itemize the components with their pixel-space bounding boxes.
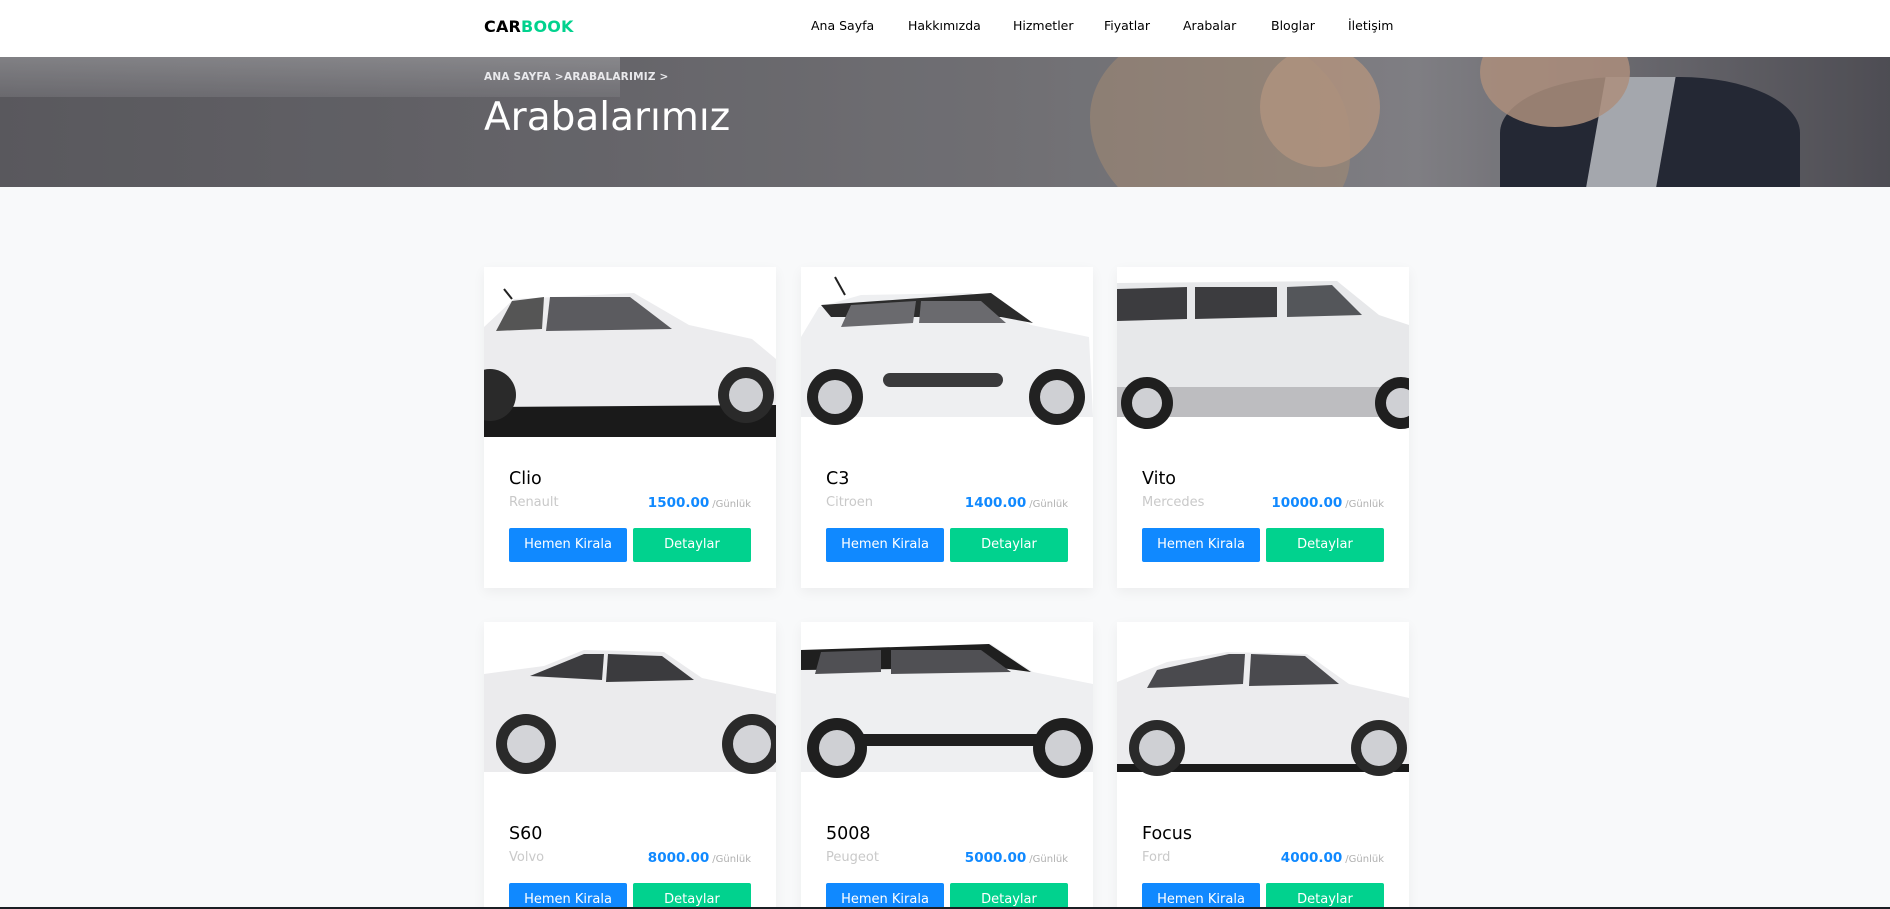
car-illustration xyxy=(801,644,1093,778)
car-card-5008: 5008 Peugeot 5000.00/Günlük Hemen Kirala… xyxy=(801,622,1093,909)
nav-item-about[interactable]: Hakkımızda xyxy=(908,18,981,34)
brand-logo[interactable]: CARBOOK xyxy=(484,17,574,37)
car-image-s60[interactable] xyxy=(484,622,776,792)
car-price: 5000.00/Günlük xyxy=(964,850,1068,866)
rent-now-button[interactable]: Hemen Kirala xyxy=(509,883,627,909)
rent-now-button[interactable]: Hemen Kirala xyxy=(509,528,627,562)
car-card-focus: Focus Ford 4000.00/Günlük Hemen Kirala D… xyxy=(1117,622,1409,909)
car-name: Vito xyxy=(1142,469,1177,489)
navbar: CARBOOK Ana Sayfa Hakkımızda Hizmetler F… xyxy=(0,0,1890,57)
details-button[interactable]: Detaylar xyxy=(1266,883,1384,909)
car-brand: Mercedes xyxy=(1142,495,1205,510)
page-title: Arabalarımız xyxy=(484,95,731,140)
car-card-clio: Clio Renault 1500.00/Günlük Hemen Kirala… xyxy=(484,267,776,588)
details-button[interactable]: Detaylar xyxy=(950,883,1068,909)
details-button[interactable]: Detaylar xyxy=(950,528,1068,562)
nav-item-cars[interactable]: Arabalar xyxy=(1183,18,1236,34)
car-image-vito[interactable] xyxy=(1117,267,1409,437)
car-illustration xyxy=(484,650,776,774)
car-illustration xyxy=(1117,281,1409,429)
car-card-vito: Vito Mercedes 10000.00/Günlük Hemen Kira… xyxy=(1117,267,1409,588)
brand-logo-car: CAR xyxy=(484,17,522,36)
car-brand: Ford xyxy=(1142,850,1171,865)
rent-now-button[interactable]: Hemen Kirala xyxy=(1142,528,1260,562)
car-price: 4000.00/Günlük xyxy=(1280,850,1384,866)
nav-item-blogs[interactable]: Bloglar xyxy=(1271,18,1315,34)
breadcrumb-home[interactable]: ANA SAYFA > xyxy=(484,71,564,83)
car-name: Focus xyxy=(1142,824,1192,844)
car-name: Clio xyxy=(509,469,542,489)
details-button[interactable]: Detaylar xyxy=(633,528,751,562)
car-price: 1400.00/Günlük xyxy=(964,495,1068,511)
chevron-right-icon: > xyxy=(554,71,564,83)
car-price: 1500.00/Günlük xyxy=(647,495,751,511)
nav-item-contact[interactable]: İletişim xyxy=(1348,18,1393,34)
car-image-clio[interactable] xyxy=(484,267,776,437)
car-brand: Volvo xyxy=(509,850,545,865)
hero-overlay xyxy=(0,57,1890,187)
details-button[interactable]: Detaylar xyxy=(1266,528,1384,562)
rent-now-button[interactable]: Hemen Kirala xyxy=(826,528,944,562)
car-brand: Renault xyxy=(509,495,559,510)
car-image-focus[interactable] xyxy=(1117,622,1409,792)
car-name: S60 xyxy=(509,824,543,844)
car-image-c3[interactable] xyxy=(801,267,1093,437)
car-illustration xyxy=(801,276,1093,425)
nav-item-services[interactable]: Hizmetler xyxy=(1013,18,1074,34)
rent-now-button[interactable]: Hemen Kirala xyxy=(826,883,944,909)
brand-logo-book: BOOK xyxy=(521,17,574,36)
breadcrumb-current: ARABALARIMIZ > xyxy=(564,71,669,83)
car-card-s60: S60 Volvo 8000.00/Günlük Hemen Kirala De… xyxy=(484,622,776,909)
car-price: 10000.00/Günlük xyxy=(1271,495,1384,511)
car-price: 8000.00/Günlük xyxy=(647,850,751,866)
car-illustration xyxy=(484,288,776,437)
car-brand: Citroen xyxy=(826,495,874,510)
chevron-right-icon: > xyxy=(659,71,669,83)
hero-banner xyxy=(0,57,1890,187)
car-card-c3: C3 Citroen 1400.00/Günlük Hemen Kirala D… xyxy=(801,267,1093,588)
nav-item-pricing[interactable]: Fiyatlar xyxy=(1104,18,1150,34)
car-brand: Peugeot xyxy=(826,850,879,865)
car-illustration xyxy=(1117,652,1409,776)
rent-now-button[interactable]: Hemen Kirala xyxy=(1142,883,1260,909)
car-image-5008[interactable] xyxy=(801,622,1093,792)
nav-item-home[interactable]: Ana Sayfa xyxy=(811,18,874,34)
details-button[interactable]: Detaylar xyxy=(633,883,751,909)
car-name: 5008 xyxy=(826,824,871,844)
car-name: C3 xyxy=(826,469,850,489)
